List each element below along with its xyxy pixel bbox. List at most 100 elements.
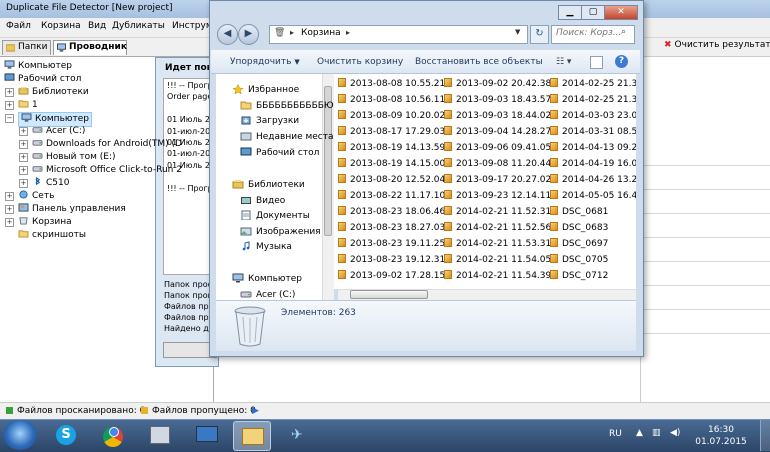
app-taskbar-icon[interactable]: [141, 421, 177, 449]
tree-item[interactable]: Рабочий стол: [4, 73, 81, 86]
file-item[interactable]: 2014-04-26 13.29: [550, 174, 636, 185]
tree-item[interactable]: Downloads for Android(TM) (D: [32, 138, 182, 151]
file-item[interactable]: DSC_0681: [550, 206, 608, 217]
nav-item[interactable]: Библиотеки: [232, 179, 305, 190]
file-item[interactable]: 2013-08-22 11.17.10: [338, 190, 445, 201]
file-item[interactable]: 2013-09-23 12.14.11: [444, 190, 551, 201]
tree-expander[interactable]: +: [19, 153, 28, 162]
file-item[interactable]: 2014-05-05 16.49: [550, 190, 636, 201]
tree-item[interactable]: Сеть: [18, 190, 54, 203]
maximize-button[interactable]: ▢: [581, 5, 605, 20]
forward-button[interactable]: ▶: [238, 24, 259, 45]
file-item[interactable]: 2014-02-21 11.53.31: [444, 238, 551, 249]
nav-item[interactable]: Компьютер: [232, 273, 302, 284]
minimize-button[interactable]: ▁: [558, 5, 582, 20]
tray-network-icon[interactable]: ▥: [652, 428, 661, 438]
tree-expander[interactable]: +: [5, 218, 14, 227]
preview-pane-icon[interactable]: [590, 56, 603, 69]
tree-item[interactable]: Acer (C:): [32, 125, 85, 138]
tree-item[interactable]: Microsoft Office Click-to-Run 2: [32, 164, 182, 177]
file-item[interactable]: 2013-08-20 12.52.04: [338, 174, 445, 185]
nav-item[interactable]: Документы: [240, 210, 310, 221]
tree-expander[interactable]: +: [19, 140, 28, 149]
file-item[interactable]: 2013-09-06 09.41.05: [444, 142, 551, 153]
clock[interactable]: 16:30 01.07.2015: [693, 424, 749, 448]
file-item[interactable]: 2013-09-03 18.44.02: [444, 110, 551, 121]
file-item[interactable]: 2014-03-31 08.58: [550, 126, 636, 137]
file-item[interactable]: DSC_0705: [550, 254, 608, 265]
close-button[interactable]: ✕: [604, 5, 638, 20]
organize-button[interactable]: Упорядочить ▼: [230, 57, 300, 67]
chrome-icon[interactable]: [95, 421, 131, 449]
file-item[interactable]: 2014-02-25 21.34: [550, 78, 636, 89]
file-item[interactable]: 2013-08-23 18.06.46: [338, 206, 445, 217]
file-item[interactable]: 2013-08-08 10.56.11: [338, 94, 445, 105]
menu-tools[interactable]: Инструм: [172, 21, 213, 31]
chevron-down-icon[interactable]: ▼: [515, 28, 520, 36]
file-item[interactable]: 2013-09-08 11.20.44: [444, 158, 551, 169]
tree-expander[interactable]: +: [19, 127, 28, 136]
file-item[interactable]: DSC_0712: [550, 270, 608, 281]
file-item[interactable]: DSC_0697: [550, 238, 608, 249]
file-item[interactable]: 2013-09-04 14.28.27: [444, 126, 551, 137]
search-placeholder[interactable]: Поиск: Корз...: [556, 28, 621, 38]
tray-expand-icon[interactable]: ▲: [636, 428, 643, 438]
tab-explorer[interactable]: Проводник: [53, 40, 127, 55]
file-item[interactable]: DSC_0683: [550, 222, 608, 233]
tree-item[interactable]: 1: [18, 99, 38, 112]
tree-item[interactable]: C510: [32, 177, 69, 190]
file-item[interactable]: 2014-02-21 11.54.39: [444, 270, 551, 281]
skype-icon[interactable]: S: [48, 421, 84, 449]
network-taskbar-icon[interactable]: [188, 421, 224, 449]
restore-all-button[interactable]: Восстановить все объекты: [415, 57, 543, 67]
tree-item[interactable]: скриншоты: [18, 229, 86, 242]
tree-item[interactable]: Библиотеки: [18, 86, 89, 99]
file-item[interactable]: 2013-08-09 10.20.02: [338, 110, 445, 121]
bird-taskbar-icon[interactable]: ✈: [281, 421, 317, 449]
tree-expander[interactable]: +: [19, 166, 28, 175]
tree-expander[interactable]: +: [5, 192, 14, 201]
nav-item[interactable]: Видео: [240, 195, 285, 206]
file-item[interactable]: 2013-08-08 10.55.21: [338, 78, 445, 89]
file-item[interactable]: 2013-08-23 19.11.25: [338, 238, 445, 249]
file-item[interactable]: 2013-08-19 14.15.00: [338, 158, 445, 169]
file-item[interactable]: 2014-04-13 09.27: [550, 142, 636, 153]
tree-item[interactable]: Новый том (E:): [32, 151, 116, 164]
menu-recycle-bin[interactable]: Корзина: [41, 21, 81, 31]
nav-item[interactable]: Избранное: [232, 84, 299, 95]
view-options-icon[interactable]: ☷ ▾: [556, 57, 571, 67]
nav-item[interactable]: Изображения: [240, 226, 321, 237]
horizontal-scroll-thumb[interactable]: [350, 290, 428, 299]
file-item[interactable]: 2014-02-21 11.54.05: [444, 254, 551, 265]
show-desktop-button[interactable]: [760, 420, 770, 451]
tray-volume-icon[interactable]: ◀): [670, 428, 680, 438]
menu-view[interactable]: Вид: [88, 21, 106, 31]
file-item[interactable]: 2014-02-25 21.35: [550, 94, 636, 105]
file-item[interactable]: 2013-08-23 19.12.31: [338, 254, 445, 265]
tree-item[interactable]: Панель управления: [18, 203, 126, 216]
file-item[interactable]: 2014-02-21 11.52.56: [444, 222, 551, 233]
tree-expander[interactable]: +: [5, 88, 14, 97]
file-item[interactable]: 2013-08-23 18.27.03: [338, 222, 445, 233]
nav-item[interactable]: Рабочий стол: [240, 147, 319, 158]
tree-item[interactable]: Компьютер: [4, 60, 72, 73]
back-button[interactable]: ◀: [217, 24, 238, 45]
help-icon[interactable]: ?: [615, 55, 628, 68]
file-item[interactable]: 2013-09-17 20.27.02: [444, 174, 551, 185]
address-text[interactable]: Корзина: [301, 28, 341, 38]
start-button[interactable]: [3, 420, 37, 450]
tree-expander[interactable]: −: [5, 114, 14, 123]
file-item[interactable]: 2014-02-21 11.52.31: [444, 206, 551, 217]
file-item[interactable]: 2013-08-17 17.29.03: [338, 126, 445, 137]
nav-item[interactable]: Загрузки: [240, 115, 299, 126]
file-item[interactable]: 2013-08-19 14.13.59: [338, 142, 445, 153]
nav-item[interactable]: Acer (C:): [240, 289, 295, 300]
tree-expander[interactable]: +: [5, 205, 14, 214]
empty-recycle-bin-button[interactable]: Очистить корзину: [317, 57, 403, 67]
file-item[interactable]: 2013-09-02 20.42.38: [444, 78, 551, 89]
menu-duplicates[interactable]: Дубликаты: [112, 21, 165, 31]
refresh-button[interactable]: ↻: [530, 25, 549, 44]
play-icon[interactable]: ▶: [252, 406, 259, 416]
file-item[interactable]: 2013-09-03 18.43.57: [444, 94, 551, 105]
menu-file[interactable]: Файл: [6, 21, 31, 31]
